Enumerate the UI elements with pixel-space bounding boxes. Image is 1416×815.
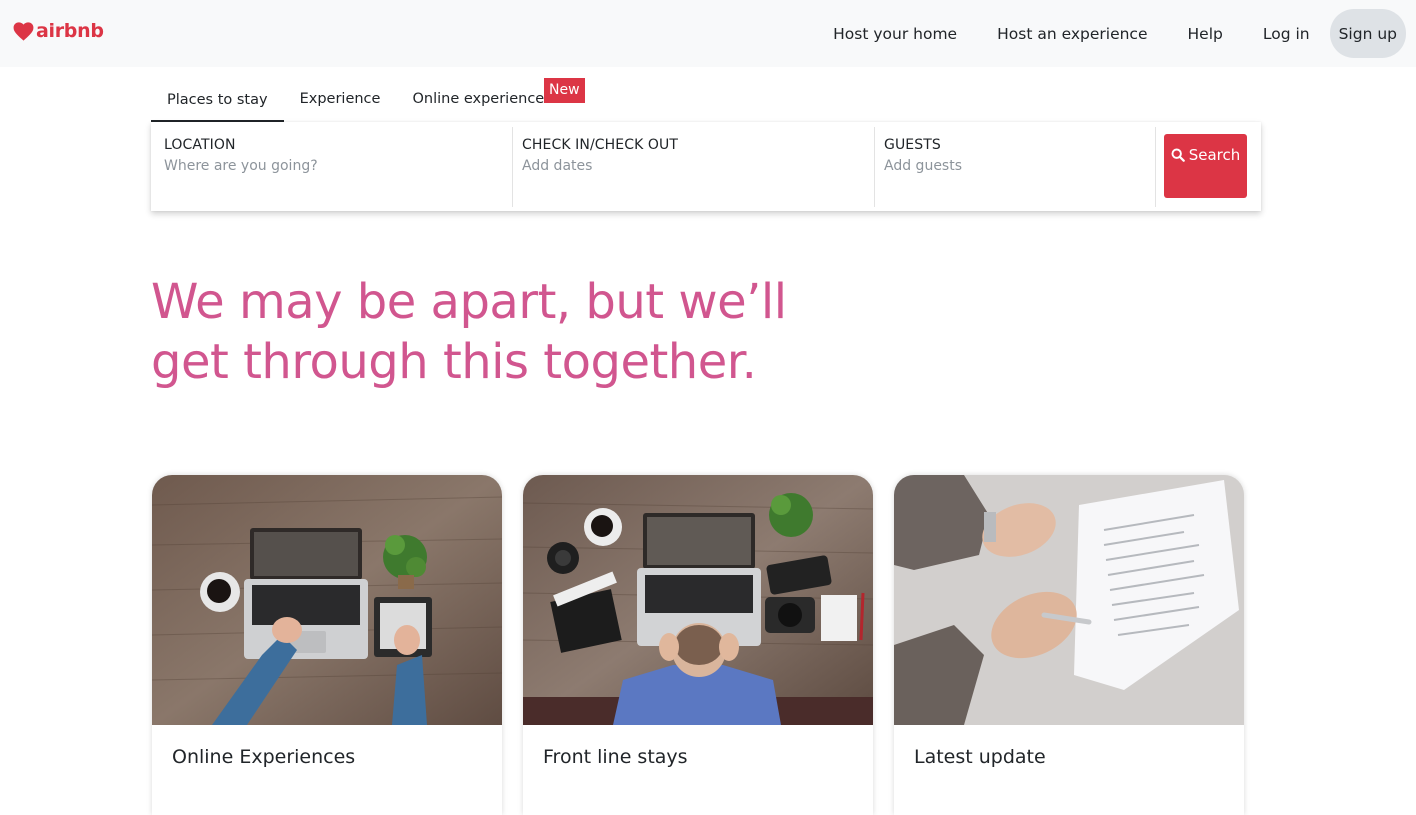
nav-help[interactable]: Help [1168,25,1243,43]
nav-host-experience[interactable]: Host an experience [977,25,1167,43]
hero-line-2: get through this together. [151,334,757,390]
dates-label: CHECK IN/CHECK OUT [522,137,679,153]
new-badge: New [544,78,585,103]
dates-field[interactable]: CHECK IN/CHECK OUT [512,127,874,207]
location-label: LOCATION [164,137,236,153]
nav-links: Host your home Host an experience Help L… [813,0,1406,67]
location-input[interactable] [164,158,501,174]
dates-input[interactable] [522,158,862,174]
brand-name: airbnb [36,20,104,42]
brand-logo[interactable]: airbnb [13,20,104,42]
card-title: Latest update [914,746,1046,768]
card-title: Front line stays [543,746,688,768]
heart-icon [13,21,34,41]
card-front-line-stays[interactable]: Front line stays [523,475,873,815]
card-latest-update[interactable]: Latest update [894,475,1244,815]
nav-login[interactable]: Log in [1243,25,1330,43]
card-image-document-review [894,475,1244,725]
guests-field[interactable]: GUESTS [874,127,1155,207]
search-icon [1171,148,1185,162]
card-online-experiences[interactable]: Online Experiences [152,475,502,815]
hero-heading: We may be apart, but we’ll get through t… [151,272,851,392]
top-navbar: airbnb Host your home Host an experience… [0,0,1416,67]
search-bar: LOCATION CHECK IN/CHECK OUT GUESTS Searc… [151,122,1261,211]
nav-host-home[interactable]: Host your home [813,25,977,43]
card-title: Online Experiences [172,746,356,768]
search-tabs: Places to stay Experience Online experie… [151,76,560,122]
hero-line-1: We may be apart, but we’ll [151,274,787,330]
search-divider [1155,127,1156,207]
search-button[interactable]: Search [1164,134,1247,198]
tab-online-experience[interactable]: Online experience [396,91,560,122]
tab-places-to-stay[interactable]: Places to stay [151,92,284,122]
card-image-stressed-desk [523,475,873,725]
guests-label: GUESTS [884,137,941,153]
signup-button[interactable]: Sign up [1329,9,1406,58]
card-image-laptop-desk [152,475,502,725]
location-field[interactable]: LOCATION [152,127,513,207]
search-button-label: Search [1188,146,1241,164]
tab-experience[interactable]: Experience [284,91,397,122]
guests-input[interactable] [884,158,1143,174]
